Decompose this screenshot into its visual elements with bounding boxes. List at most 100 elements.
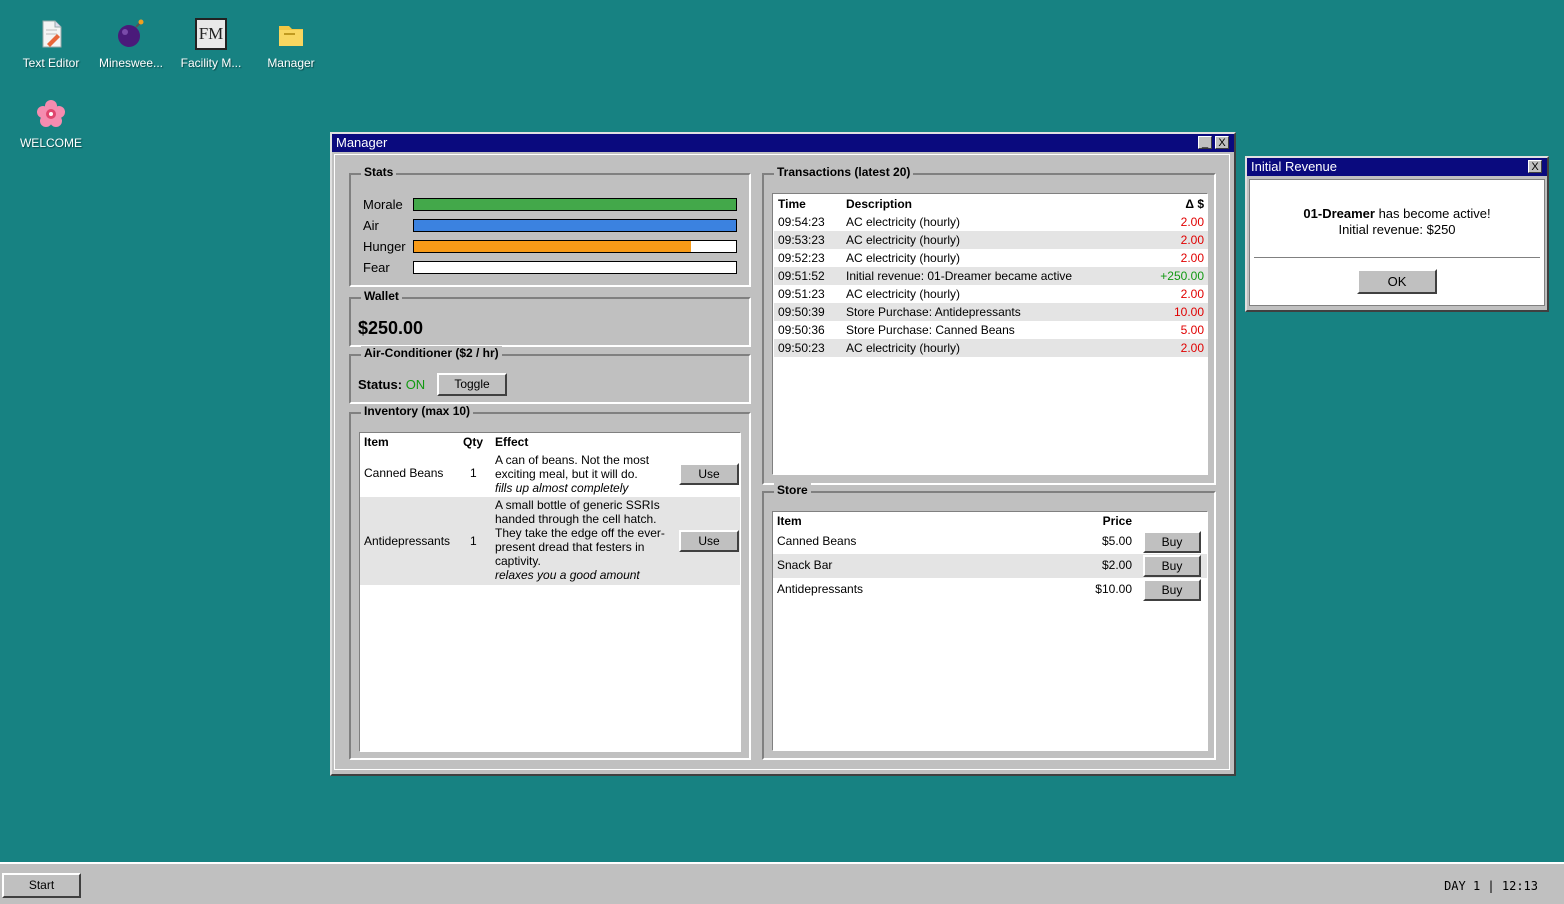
stat-label-morale: Morale <box>363 197 403 212</box>
inventory-item-name: Antidepressants <box>364 534 451 548</box>
inventory-list: Item Qty Effect Canned Beans 1 A can of … <box>359 432 741 752</box>
store-item-price: $2.00 <box>1101 558 1132 572</box>
store-list: Item Price Canned Beans $5.00 Buy Snack … <box>772 511 1208 751</box>
tx-description: AC electricity (hourly) <box>846 215 961 229</box>
fear-bar <box>413 261 737 274</box>
stats-title: Stats <box>361 165 397 179</box>
start-button[interactable]: Start <box>2 873 81 898</box>
transactions-table: Time Description Δ $ 09:54:23 AC electri… <box>774 195 1208 357</box>
dialog-close-button[interactable]: X <box>1528 160 1542 173</box>
manager-window: Manager _ X Stats Morale Air Hunger Fear… <box>330 132 1236 776</box>
tx-time: 09:51:52 <box>774 267 842 285</box>
inventory-title: Inventory (max 10) <box>361 404 474 418</box>
desktop-icon-label: Manager <box>267 56 315 70</box>
tx-description: AC electricity (hourly) <box>842 339 1142 357</box>
inventory-item-effect: A small bottle of generic SSRIs handed t… <box>495 498 665 568</box>
transactions-list: Time Description Δ $ 09:54:23 AC electri… <box>772 193 1208 475</box>
ok-button[interactable]: OK <box>1357 269 1437 294</box>
use-button[interactable]: Use <box>679 530 739 552</box>
buy-button[interactable]: Buy <box>1143 579 1201 601</box>
tx-time: 09:52:23 <box>778 251 825 265</box>
tx-time: 09:51:23 <box>778 287 825 301</box>
facility-manager-icon: FM <box>195 18 227 50</box>
air-bar <box>413 219 737 232</box>
tx-time: 09:50:36 <box>778 323 825 337</box>
transaction-row: 09:52:23 AC electricity (hourly) 2.00 <box>774 249 1208 267</box>
dialog-entity-name: 01-Dreamer <box>1303 206 1375 221</box>
tx-delta: 2.00 <box>1180 287 1204 301</box>
close-button[interactable]: X <box>1215 136 1229 149</box>
tx-description: AC electricity (hourly) <box>846 287 961 301</box>
transaction-row: 09:51:23 AC electricity (hourly) 2.00 <box>774 285 1208 303</box>
morale-bar <box>413 198 737 211</box>
tx-description: Initial revenue: 01-Dreamer became activ… <box>842 267 1142 285</box>
buy-button[interactable]: Buy <box>1143 531 1201 553</box>
desktop-icon-label: Text Editor <box>22 56 80 70</box>
stat-label-hunger: Hunger <box>363 239 406 254</box>
tx-header-time: Time <box>778 197 806 211</box>
dialog-title: Initial Revenue <box>1251 159 1337 174</box>
ac-status-value: ON <box>405 377 426 392</box>
store-item-price: $5.00 <box>1101 534 1132 548</box>
tx-delta: 5.00 <box>1180 323 1204 337</box>
store-panel: Store Item Price Canned Beans $5.00 Buy … <box>762 483 1216 760</box>
tx-delta: 2.00 <box>1180 215 1204 229</box>
tx-description: Store Purchase: Canned Beans <box>846 323 1015 337</box>
inventory-panel: Inventory (max 10) Item Qty Effect Canne… <box>349 404 751 760</box>
taskbar: Start DAY 1 | 12:13 <box>0 862 1564 904</box>
transaction-row: 09:53:23 AC electricity (hourly) 2.00 <box>774 231 1208 249</box>
inventory-item-note: fills up almost completely <box>495 481 629 495</box>
stats-panel: Stats Morale Air Hunger Fear <box>349 165 751 287</box>
inventory-header-item: Item <box>364 435 389 449</box>
inventory-row: Antidepressants 1 A small bottle of gene… <box>360 497 740 585</box>
transaction-row: 09:51:52 Initial revenue: 01-Dreamer bec… <box>774 267 1208 285</box>
transaction-row: 09:50:39 Store Purchase: Antidepressants… <box>774 303 1208 321</box>
hunger-bar-fill <box>414 241 691 252</box>
tx-delta: 2.00 <box>1180 251 1204 265</box>
store-header-price: Price <box>1102 514 1132 528</box>
manager-titlebar[interactable]: Manager _ X <box>332 134 1234 152</box>
initial-revenue-dialog: Initial Revenue X 01-Dreamer has become … <box>1245 156 1549 312</box>
tx-time: 09:53:23 <box>774 231 842 249</box>
desktop-icon-label: Mineswee... <box>98 56 164 70</box>
minesweeper-bomb-icon <box>115 18 147 50</box>
inventory-item-effect: A can of beans. Not the most exciting me… <box>495 453 650 481</box>
tx-time: 09:54:23 <box>778 215 825 229</box>
inventory-row: Canned Beans 1 A can of beans. Not the m… <box>360 452 740 496</box>
tx-header-description: Description <box>846 197 913 211</box>
store-item-name: Snack Bar <box>777 558 833 572</box>
window-title: Manager <box>336 135 388 150</box>
taskbar-clock: DAY 1 | 12:13 <box>1444 879 1538 893</box>
desktop-icon-minesweeper[interactable]: Mineswee... <box>91 18 171 70</box>
transaction-row: 09:50:36 Store Purchase: Canned Beans 5.… <box>774 321 1208 339</box>
ac-toggle-button[interactable]: Toggle <box>437 373 507 396</box>
dialog-revenue-line: Initial revenue: $250 <box>1338 222 1456 237</box>
desktop-icon-text-editor[interactable]: Text Editor <box>11 18 91 70</box>
minimize-button[interactable]: _ <box>1198 136 1212 149</box>
transactions-panel: Transactions (latest 20) Time Descriptio… <box>762 165 1216 485</box>
desktop-icon-facility-manager[interactable]: FM Facility M... <box>171 18 251 70</box>
desktop-icon-manager[interactable]: Manager <box>251 18 331 70</box>
tx-time: 09:50:23 <box>774 339 842 357</box>
desktop-icon-welcome[interactable]: WELCOME <box>11 98 91 150</box>
dialog-divider <box>1254 257 1540 258</box>
transaction-row: 09:50:23 AC electricity (hourly) 2.00 <box>774 339 1208 357</box>
store-item-name: Antidepressants <box>777 582 864 596</box>
dialog-titlebar[interactable]: Initial Revenue X <box>1247 158 1547 176</box>
ac-panel: Air-Conditioner ($2 / hr) Status: ON Tog… <box>349 346 751 404</box>
morale-bar-fill <box>414 199 736 210</box>
flower-icon <box>35 98 67 130</box>
inventory-header-effect: Effect <box>495 435 529 449</box>
transactions-title: Transactions (latest 20) <box>774 165 914 179</box>
ac-status-label: Status: <box>358 377 403 392</box>
tx-description: Store Purchase: Antidepressants <box>842 303 1142 321</box>
air-bar-fill <box>414 220 736 231</box>
desktop-icon-label: Facility M... <box>180 56 242 70</box>
wallet-title: Wallet <box>361 289 402 303</box>
facility-manager-glyph-text: FM <box>198 24 224 43</box>
hunger-bar <box>413 240 737 253</box>
buy-button[interactable]: Buy <box>1143 555 1201 577</box>
use-button[interactable]: Use <box>679 463 739 485</box>
inventory-item-qty: 1 <box>470 534 477 548</box>
manager-body: Stats Morale Air Hunger Fear Wallet $250… <box>334 154 1230 770</box>
